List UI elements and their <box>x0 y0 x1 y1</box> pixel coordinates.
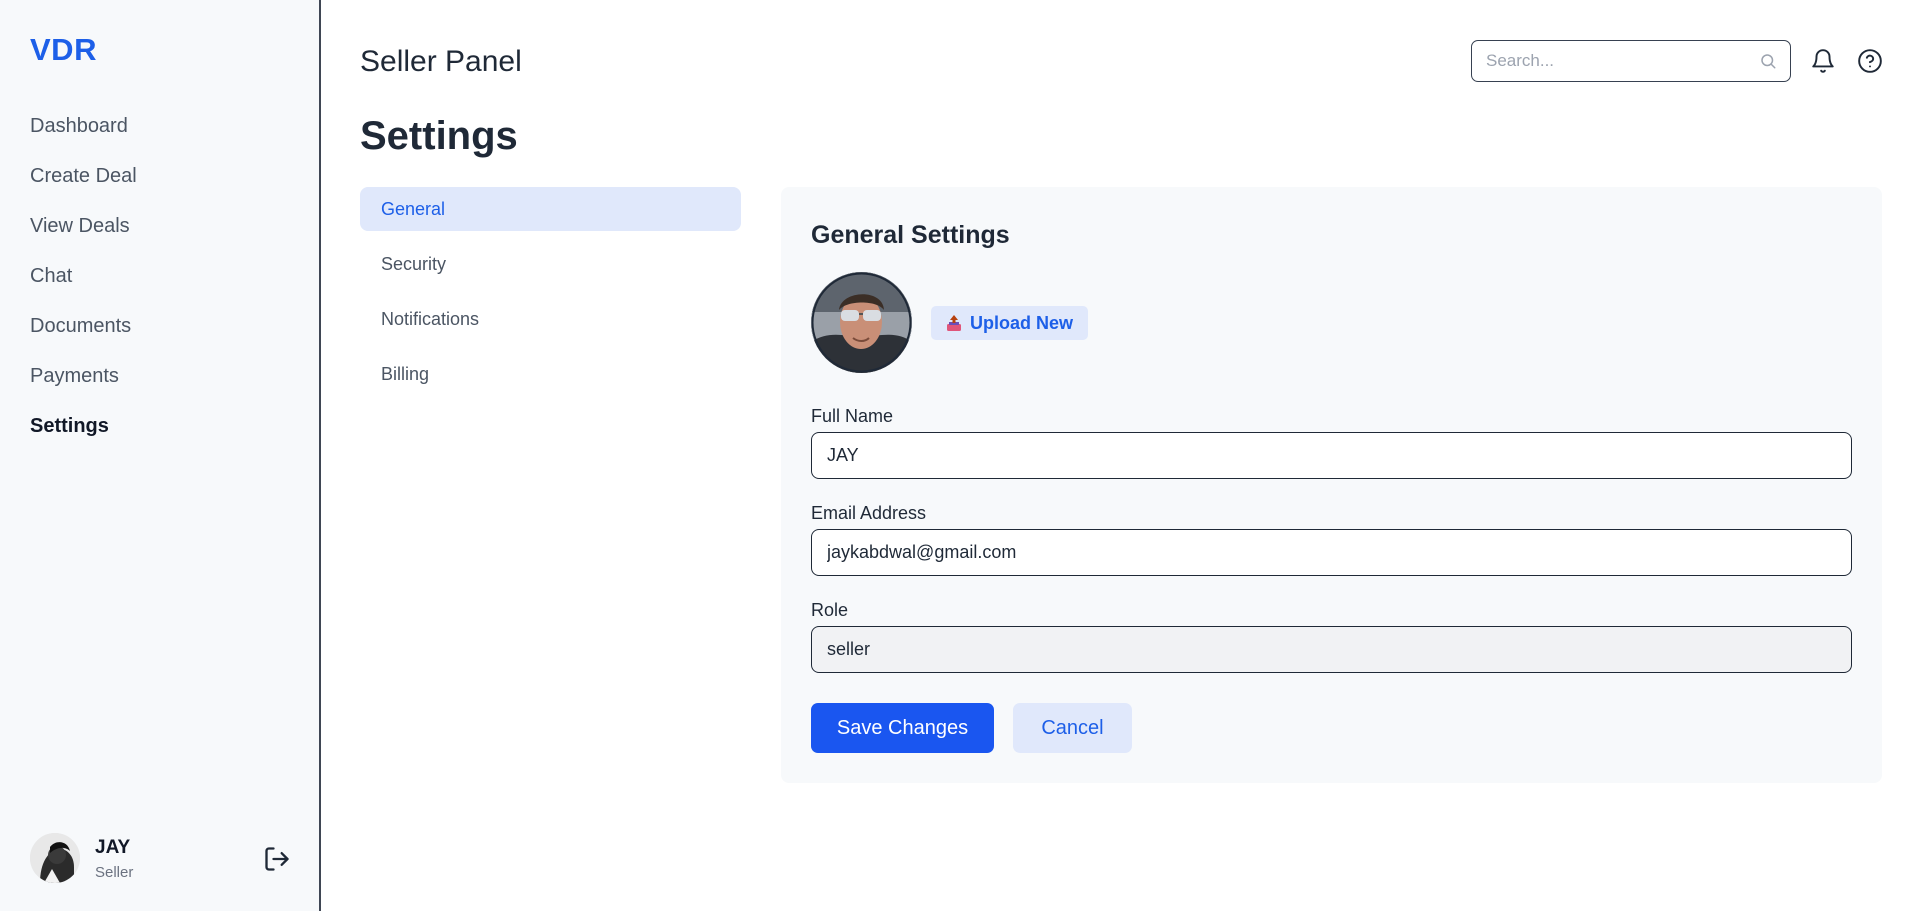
role-label: Role <box>811 600 849 620</box>
profile-avatar <box>811 272 912 373</box>
avatar-photo <box>30 833 80 883</box>
upload-new-label: Upload New <box>969 312 1073 333</box>
full-name-label: Full Name <box>811 406 894 426</box>
user-name: JAY <box>95 837 131 858</box>
search-box <box>1471 40 1791 82</box>
sidebar-item-settings[interactable]: Settings <box>30 411 137 461</box>
tab-security[interactable]: Security <box>360 242 741 286</box>
avatar[interactable] <box>30 833 80 883</box>
search-icon[interactable] <box>1759 52 1777 70</box>
cancel-button[interactable]: Cancel <box>1013 703 1132 753</box>
full-name-input[interactable] <box>811 432 1852 479</box>
sidebar: VDR Dashboard Create Deal View Deals Cha… <box>0 0 321 911</box>
general-settings-panel: General Settings Upload New Full Name JA… <box>781 187 1882 783</box>
tab-notifications[interactable]: Notifications <box>360 297 741 341</box>
sidebar-item-chat[interactable]: Chat <box>30 261 137 311</box>
sidebar-item-create-deal[interactable]: Create Deal <box>30 161 137 211</box>
role-input[interactable] <box>811 626 1852 673</box>
sidebar-item-dashboard[interactable]: Dashboard <box>30 111 137 161</box>
app-root: VDR Dashboard Create Deal View Deals Cha… <box>0 0 1919 911</box>
save-changes-button[interactable]: Save Changes <box>811 703 994 753</box>
search-input[interactable] <box>1486 41 1746 80</box>
page-title: Settings <box>360 114 518 158</box>
sidebar-item-documents[interactable]: Documents <box>30 311 137 361</box>
help-icon[interactable] <box>1857 48 1883 74</box>
upload-icon <box>946 315 961 331</box>
settings-tabs: General Security Notifications Billing <box>360 187 741 407</box>
bell-icon[interactable] <box>1810 47 1836 75</box>
user-role: Seller <box>95 864 134 881</box>
logout-icon[interactable] <box>263 845 291 873</box>
app-logo[interactable]: VDR <box>30 32 97 68</box>
sidebar-item-payments[interactable]: Payments <box>30 361 137 411</box>
panel-heading: General Settings <box>811 221 1010 249</box>
email-label: Email Address <box>811 503 927 523</box>
tab-billing[interactable]: Billing <box>360 352 741 396</box>
panel-title: Seller Panel <box>360 45 522 78</box>
sidebar-item-view-deals[interactable]: View Deals <box>30 211 137 261</box>
sidebar-nav: Dashboard Create Deal View Deals Chat Do… <box>30 111 137 461</box>
email-input[interactable] <box>811 529 1852 576</box>
upload-new-button[interactable]: Upload New <box>931 306 1088 340</box>
profile-photo <box>811 272 912 373</box>
tab-general[interactable]: General <box>360 187 741 231</box>
user-card: JAY Seller <box>30 833 290 885</box>
